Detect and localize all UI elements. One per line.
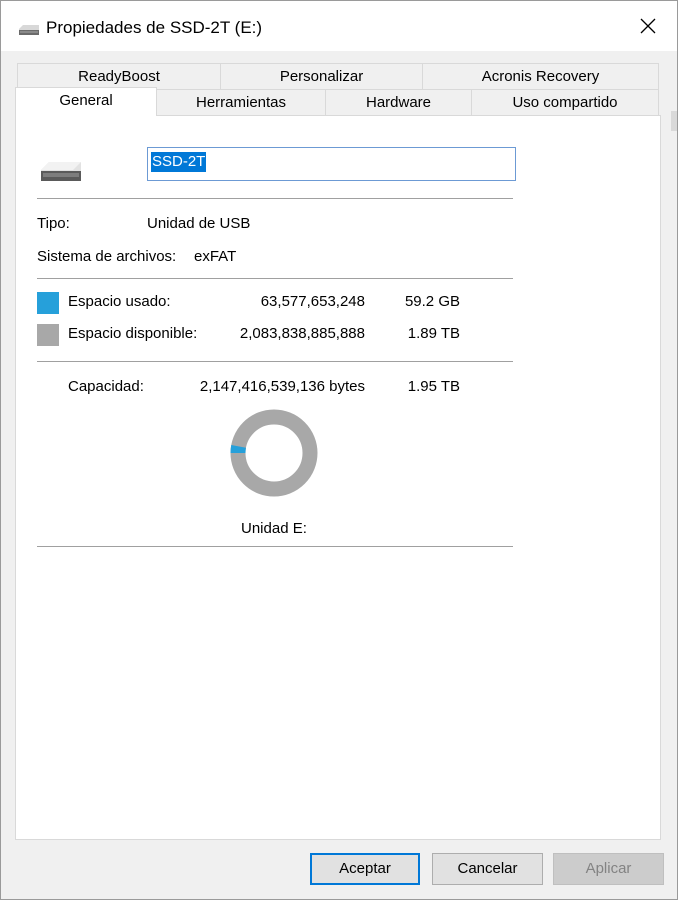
filesystem-label: Sistema de archivos:	[37, 248, 177, 265]
drive-name-value: SSD-2T	[151, 152, 207, 172]
free-space-bytes: 2,083,838,885,888	[239, 325, 365, 342]
cancel-button[interactable]: Cancelar	[432, 853, 543, 885]
usage-donut-chart	[230, 409, 318, 497]
capacity-bytes: 2,147,416,539,136 bytes	[199, 378, 365, 395]
free-space-size: 1.89 TB	[407, 325, 460, 342]
type-label: Tipo:	[37, 215, 70, 232]
tab-uso-compartido[interactable]: Uso compartido	[471, 89, 659, 115]
ok-button[interactable]: Aceptar	[310, 853, 420, 885]
tab-readyboost[interactable]: ReadyBoost	[17, 63, 221, 90]
close-icon	[640, 18, 656, 34]
used-space-label: Espacio usado:	[68, 293, 171, 310]
title-bar: Propiedades de SSD-2T (E:)	[1, 1, 677, 51]
tab-general[interactable]: General	[15, 87, 157, 116]
window-edge	[671, 111, 677, 131]
general-panel	[15, 115, 661, 840]
divider	[37, 278, 513, 279]
free-space-swatch	[37, 324, 59, 346]
tab-herramientas[interactable]: Herramientas	[156, 89, 326, 115]
drive-name-input[interactable]: SSD-2T	[147, 147, 516, 181]
drive-icon	[19, 25, 39, 35]
used-space-size: 59.2 GB	[404, 293, 460, 310]
used-space-arc	[230, 444, 247, 454]
used-space-swatch	[37, 292, 59, 314]
capacity-label: Capacidad:	[68, 378, 144, 395]
window-title: Propiedades de SSD-2T (E:)	[46, 18, 263, 37]
drive-letter-label: Unidad E:	[241, 520, 307, 537]
used-space-bytes: 63,577,653,248	[260, 293, 365, 310]
divider	[37, 198, 513, 199]
type-value: Unidad de USB	[147, 215, 251, 232]
close-button[interactable]	[619, 1, 677, 51]
divider	[37, 546, 513, 547]
usb-drive-icon	[41, 162, 81, 181]
free-space-label: Espacio disponible:	[68, 325, 198, 342]
tab-personalizar[interactable]: Personalizar	[220, 63, 423, 90]
apply-button[interactable]: Aplicar	[553, 853, 664, 885]
divider	[37, 361, 513, 362]
tab-acronis-recovery[interactable]: Acronis Recovery	[422, 63, 659, 90]
free-space-ring	[230, 409, 318, 497]
properties-dialog: Propiedades de SSD-2T (E:) ReadyBoost Pe…	[0, 0, 678, 900]
tab-hardware[interactable]: Hardware	[325, 89, 472, 115]
capacity-size: 1.95 TB	[407, 378, 460, 395]
filesystem-value: exFAT	[194, 248, 237, 265]
